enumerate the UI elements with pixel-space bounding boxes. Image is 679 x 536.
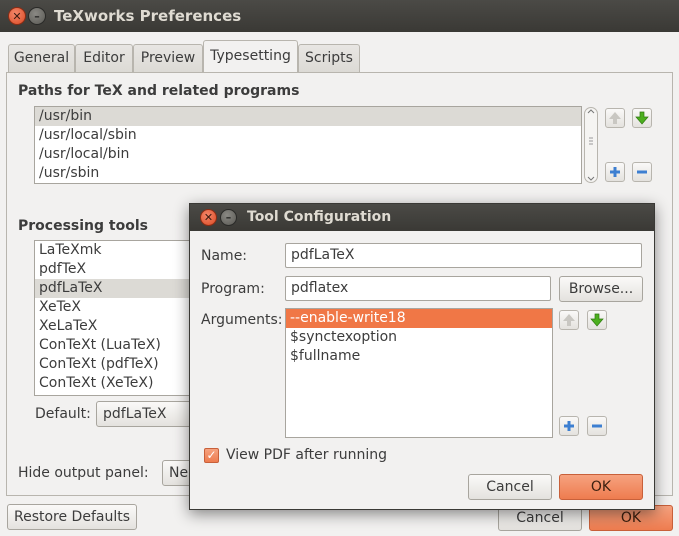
program-input[interactable]: pdflatex <box>285 276 551 301</box>
arguments-list[interactable]: --enable-write18 $synctexoption $fullnam… <box>285 308 553 438</box>
tab-label: Preview <box>140 50 196 66</box>
list-item[interactable]: ConTeXt (pdfTeX) <box>35 355 193 374</box>
minus-icon <box>637 170 647 174</box>
default-label: Default: <box>35 406 91 422</box>
argument-add-button[interactable] <box>559 416 579 436</box>
tab-label: Typesetting <box>210 48 291 64</box>
list-item[interactable]: /usr/bin <box>35 107 581 126</box>
arrow-up-icon <box>563 314 575 326</box>
name-label: Name: <box>201 248 248 264</box>
window-title: TeXworks Preferences <box>54 7 242 25</box>
processing-section-title: Processing tools <box>18 218 148 234</box>
path-add-button[interactable] <box>605 162 625 182</box>
restore-defaults-button[interactable]: Restore Defaults <box>7 504 137 530</box>
argument-remove-button[interactable] <box>587 416 607 436</box>
dialog-titlebar: ✕ – Tool Configuration <box>190 204 654 231</box>
close-icon: ✕ <box>203 211 214 224</box>
name-input[interactable]: pdfLaTeX <box>285 243 642 268</box>
arrow-down-icon <box>590 313 604 327</box>
scrollbar-grip-icon <box>587 109 595 181</box>
tab-typesetting[interactable]: Typesetting <box>203 40 298 73</box>
list-item[interactable]: XeLaTeX <box>35 317 193 336</box>
tool-configuration-dialog: ✕ – Tool Configuration Name: pdfLaTeX Pr… <box>189 203 655 510</box>
paths-list[interactable]: /usr/bin /usr/local/sbin /usr/local/bin … <box>34 106 582 184</box>
list-item[interactable]: $synctexoption <box>286 328 552 347</box>
close-icon: ✕ <box>12 10 22 23</box>
name-value: pdfLaTeX <box>291 247 355 263</box>
list-item[interactable]: LaTeXmk <box>35 241 193 260</box>
browse-label: Browse... <box>568 281 634 297</box>
minimize-icon: – <box>225 211 232 224</box>
argument-move-up-button[interactable] <box>559 310 579 330</box>
paths-scrollbar[interactable] <box>584 107 598 183</box>
plus-icon <box>610 167 620 177</box>
dialog-title: Tool Configuration <box>247 209 392 225</box>
path-move-down-button[interactable] <box>632 108 652 128</box>
list-item[interactable]: /usr/local/bin <box>35 145 581 164</box>
check-icon: ✓ <box>206 448 217 462</box>
window-minimize-button[interactable]: – <box>28 7 46 25</box>
dialog-cancel-label: Cancel <box>486 479 534 495</box>
tab-editor[interactable]: Editor <box>75 44 133 72</box>
tab-preview[interactable]: Preview <box>133 44 203 72</box>
path-move-up-button[interactable] <box>605 108 625 128</box>
dialog-close-button[interactable]: ✕ <box>200 209 217 226</box>
processing-tools-list[interactable]: LaTeXmk pdfTeX pdfLaTeX XeTeX XeLaTeX Co… <box>34 240 194 396</box>
path-remove-button[interactable] <box>632 162 652 182</box>
list-item[interactable]: --enable-write18 <box>286 309 552 328</box>
default-tool-value: pdfLaTeX <box>103 406 167 422</box>
list-item[interactable]: XeTeX <box>35 298 193 317</box>
tab-scripts[interactable]: Scripts <box>298 44 360 72</box>
program-label: Program: <box>201 281 265 297</box>
minimize-icon: – <box>34 10 40 23</box>
window-titlebar: ✕ – TeXworks Preferences <box>0 0 679 32</box>
arrow-down-icon <box>635 111 649 125</box>
list-item[interactable]: pdfTeX <box>35 260 193 279</box>
window-close-button[interactable]: ✕ <box>8 7 26 25</box>
list-item[interactable]: $fullname <box>286 347 552 366</box>
tab-label: General <box>13 50 70 66</box>
dialog-cancel-button[interactable]: Cancel <box>468 474 552 500</box>
arrow-up-icon <box>609 112 621 124</box>
browse-button[interactable]: Browse... <box>559 276 643 302</box>
list-item[interactable]: /usr/sbin <box>35 164 581 183</box>
hide-output-value: Ne <box>169 465 189 481</box>
tab-label: Scripts <box>305 50 353 66</box>
tab-general[interactable]: General <box>8 44 75 72</box>
ok-label: OK <box>620 510 642 526</box>
arguments-label: Arguments: <box>201 312 283 328</box>
paths-section-title: Paths for TeX and related programs <box>18 83 300 99</box>
program-value: pdflatex <box>291 280 349 296</box>
default-tool-combo[interactable]: pdfLaTeX <box>96 401 196 427</box>
minus-icon <box>592 424 602 428</box>
view-pdf-label[interactable]: View PDF after running <box>226 447 387 463</box>
list-item[interactable]: ConTeXt (LuaTeX) <box>35 336 193 355</box>
argument-move-down-button[interactable] <box>587 310 607 330</box>
list-item[interactable]: pdfLaTeX <box>35 279 193 298</box>
plus-icon <box>564 421 574 431</box>
list-item[interactable]: ConTeXt (XeTeX) <box>35 374 193 393</box>
tab-label: Editor <box>83 50 125 66</box>
dialog-ok-label: OK <box>590 479 612 495</box>
list-item[interactable]: /usr/local/sbin <box>35 126 581 145</box>
hide-output-label: Hide output panel: <box>18 465 149 481</box>
dialog-ok-button[interactable]: OK <box>559 474 643 500</box>
dialog-minimize-button[interactable]: – <box>220 209 237 226</box>
view-pdf-checkbox[interactable]: ✓ <box>204 448 219 463</box>
restore-defaults-label: Restore Defaults <box>13 509 131 525</box>
cancel-label: Cancel <box>516 510 564 526</box>
